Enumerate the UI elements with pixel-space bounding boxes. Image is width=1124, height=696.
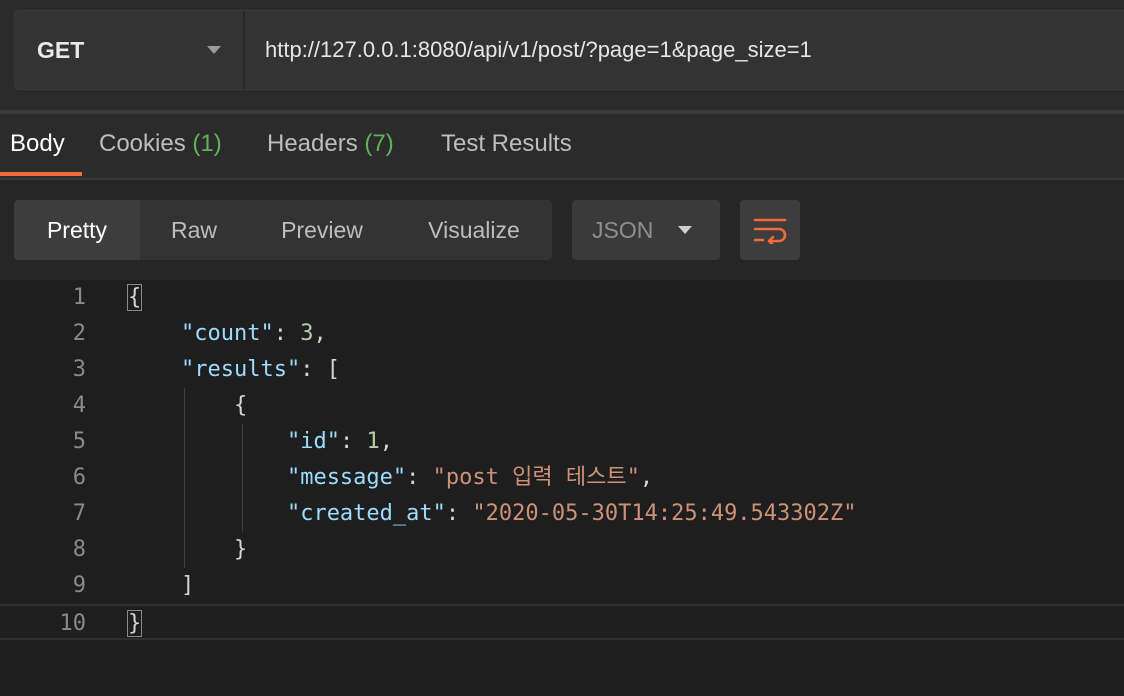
json-punctuation: { [126, 284, 143, 311]
json-key: "results" [180, 357, 301, 382]
code-text: "id": 1, [128, 424, 393, 460]
format-label: JSON [592, 216, 654, 243]
json-punctuation: , [379, 429, 393, 454]
code-line: 4 { [0, 388, 1124, 424]
code-line: 5 "id": 1, [0, 424, 1124, 460]
json-punctuation: : [ [300, 357, 340, 382]
json-punctuation: : [445, 501, 473, 526]
code-text: { [128, 388, 247, 424]
line-number: 7 [72, 501, 86, 526]
line-number: 3 [72, 357, 86, 382]
json-key: "id" [286, 429, 340, 454]
view-pretty-button[interactable]: Pretty [14, 200, 140, 260]
view-visualize-button[interactable]: Visualize [414, 200, 534, 260]
line-number: 10 [59, 611, 87, 636]
code-text: } [126, 606, 143, 642]
code-line: 10} [0, 604, 1124, 640]
code-line: 8 } [0, 532, 1124, 568]
json-punctuation: } [126, 610, 143, 637]
tab-cookies-count: (1) [192, 130, 222, 157]
code-text: "count": 3, [128, 316, 327, 352]
tab-test-results-label: Test Results [441, 130, 572, 157]
json-key: "created_at" [286, 501, 446, 526]
code-line: 9 ] [0, 568, 1124, 604]
code-text: "created_at": "2020-05-30T14:25:49.54330… [128, 496, 857, 532]
json-punctuation: : [406, 465, 433, 490]
json-punctuation: , [639, 465, 654, 490]
chevron-down-icon [678, 226, 692, 234]
code-text: { [126, 280, 143, 316]
method-select[interactable]: GET [15, 11, 245, 89]
line-number: 4 [72, 393, 86, 418]
tab-cookies[interactable]: Cookies (1) [99, 130, 222, 178]
tab-body-label: Body [10, 130, 65, 157]
url-input[interactable]: http://127.0.0.1:8080/api/v1/post/?page=… [245, 11, 1124, 89]
code-text: "results": [ [128, 352, 340, 388]
json-punctuation: , [313, 321, 327, 346]
code-line: 2 "count": 3, [0, 316, 1124, 352]
line-number: 9 [72, 573, 86, 598]
code-text: } [128, 532, 247, 568]
view-mode-bar: Pretty Raw Preview Visualize [14, 200, 552, 260]
json-punctuation: : [339, 429, 367, 454]
code-text: "message": "post 입력 테스트", [128, 460, 653, 496]
line-number: 1 [72, 285, 86, 310]
code-line: 7 "created_at": "2020-05-30T14:25:49.543… [0, 496, 1124, 532]
json-string: "2020-05-30T14:25:49.543302Z" [472, 501, 857, 526]
json-punctuation: } [233, 537, 248, 562]
code-line: 3 "results": [ [0, 352, 1124, 388]
json-number: 3 [300, 321, 314, 346]
view-raw-button[interactable]: Raw [154, 200, 234, 260]
json-punctuation: ] [180, 573, 195, 598]
tab-cookies-label: Cookies [99, 130, 186, 157]
code-line: 6 "message": "post 입력 테스트", [0, 460, 1124, 496]
code-line: 1{ [0, 280, 1124, 316]
json-string: "post 입력 테스트" [432, 465, 640, 490]
method-label: GET [37, 36, 85, 63]
json-key: "count" [180, 321, 274, 346]
view-preview-button[interactable]: Preview [268, 200, 376, 260]
active-tab-indicator [0, 172, 82, 176]
line-number: 8 [72, 537, 86, 562]
code-text: ] [128, 568, 194, 604]
json-punctuation: : [273, 321, 301, 346]
tab-body[interactable]: Body [10, 130, 65, 178]
tab-headers-count: (7) [364, 130, 394, 157]
line-number: 6 [72, 465, 86, 490]
tab-headers-label: Headers [267, 130, 358, 157]
json-key: "message" [286, 465, 407, 490]
request-bar: GET http://127.0.0.1:8080/api/v1/post/?p… [14, 10, 1124, 90]
format-select[interactable]: JSON [572, 200, 720, 260]
line-number: 5 [72, 429, 86, 454]
wrap-lines-button[interactable] [740, 200, 800, 260]
json-number: 1 [366, 429, 380, 454]
json-punctuation: { [233, 393, 248, 418]
tab-test-results[interactable]: Test Results [441, 130, 572, 178]
chevron-down-icon [207, 46, 221, 54]
tab-headers[interactable]: Headers (7) [267, 130, 394, 178]
response-tabs: Body Cookies (1) Headers (7) Test Result… [0, 114, 1124, 180]
response-body-editor[interactable]: 1{2 "count": 3, 3 "results": [4 {5 "id": … [0, 280, 1124, 696]
wrap-lines-icon [753, 218, 787, 244]
line-number: 2 [72, 321, 86, 346]
